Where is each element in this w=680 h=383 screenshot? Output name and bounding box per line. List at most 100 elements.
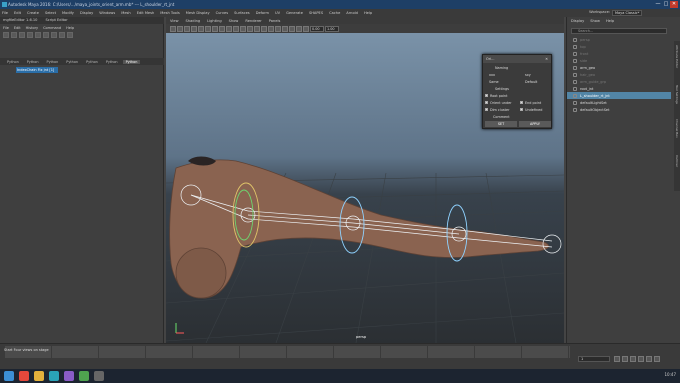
menu-edit-mesh[interactable]: Edit Mesh xyxy=(137,11,155,15)
isolate-select-icon[interactable] xyxy=(303,25,309,32)
current-frame-field[interactable]: 1 xyxy=(578,356,610,362)
vp-menu-lighting[interactable]: Lighting xyxy=(207,19,222,23)
root-point-checkbox[interactable] xyxy=(485,94,488,97)
menu-display[interactable]: Display xyxy=(80,11,93,15)
step-forward-icon[interactable] xyxy=(646,356,652,362)
script-tab[interactable]: Python xyxy=(4,60,22,64)
clear-history-icon[interactable] xyxy=(35,32,41,38)
menu-curves[interactable]: Curves xyxy=(216,11,228,15)
set-button[interactable]: SET xyxy=(485,121,517,127)
outliner-item[interactable]: root_jnt xyxy=(573,85,669,92)
menu-generate[interactable]: Generate xyxy=(286,11,303,15)
menu-help[interactable]: Help xyxy=(364,11,372,15)
menu-mesh-display[interactable]: Mesh Display xyxy=(186,11,210,15)
smooth-shade-icon[interactable] xyxy=(254,25,260,32)
vp-menu-panels[interactable]: Panels xyxy=(269,19,281,23)
explorer-icon[interactable] xyxy=(34,371,44,381)
maya-taskbar-icon[interactable] xyxy=(49,371,59,381)
gate-mask-icon[interactable] xyxy=(219,25,225,32)
source-script-icon[interactable] xyxy=(11,32,17,38)
se-menu-file[interactable]: File xyxy=(3,26,9,30)
menu-arnold[interactable]: Arnold xyxy=(346,11,358,15)
dim-cluster-checkbox[interactable] xyxy=(485,108,488,111)
script-tab-active[interactable]: Python xyxy=(122,59,141,64)
maximize-button[interactable]: □ xyxy=(662,1,670,8)
dialog-field-xxx[interactable]: xxx xyxy=(489,73,495,77)
chrome-icon[interactable] xyxy=(19,371,29,381)
grid-icon[interactable] xyxy=(198,25,204,32)
app6-icon[interactable] xyxy=(94,371,104,381)
orient-under-checkbox[interactable] xyxy=(485,101,488,104)
menu-uv[interactable]: UV xyxy=(275,11,280,15)
lights-icon[interactable] xyxy=(275,25,281,32)
close-button[interactable]: ✕ xyxy=(670,1,678,8)
execute-icon[interactable] xyxy=(67,32,73,38)
outliner-item[interactable]: side xyxy=(573,57,669,64)
script-tab[interactable]: Python xyxy=(83,60,101,64)
field-chart-icon[interactable] xyxy=(226,25,232,32)
camera-icon[interactable] xyxy=(170,25,176,32)
wireframe-on-shaded-icon[interactable] xyxy=(261,25,267,32)
image-plane-icon[interactable] xyxy=(191,25,197,32)
outliner-search-input[interactable]: Search... xyxy=(571,28,667,34)
outliner-item[interactable]: defaultLightSet xyxy=(573,99,669,106)
side-tab-channel-box[interactable]: Channel Box xyxy=(675,119,679,138)
camera-attrs-icon[interactable] xyxy=(177,25,183,32)
xray-icon[interactable] xyxy=(289,25,295,32)
script-tab[interactable]: Python xyxy=(44,60,62,64)
side-tab-outliner[interactable]: Outliner xyxy=(675,155,679,167)
shadows-icon[interactable] xyxy=(282,25,288,32)
outliner-menu-show[interactable]: Show xyxy=(590,19,600,23)
play-forward-icon[interactable] xyxy=(638,356,644,362)
dialog-field-default[interactable]: Default xyxy=(525,80,537,84)
wireframe-icon[interactable] xyxy=(247,25,253,32)
dialog-field-sxy[interactable]: sxy xyxy=(525,73,531,77)
se-menu-edit[interactable]: Edit xyxy=(14,26,21,30)
script-tab[interactable]: Python xyxy=(24,60,42,64)
end-point-checkbox[interactable] xyxy=(520,101,523,104)
menu-cache[interactable]: Cache xyxy=(329,11,340,15)
menu-windows[interactable]: Windows xyxy=(99,11,115,15)
menu-edit[interactable]: Edit xyxy=(14,11,21,15)
outliner-item[interactable]: front xyxy=(573,50,669,57)
clear-input-icon[interactable] xyxy=(43,32,49,38)
step-back-icon[interactable] xyxy=(622,356,628,362)
go-to-end-icon[interactable] xyxy=(654,356,660,362)
go-to-start-icon[interactable] xyxy=(614,356,620,362)
menu-select[interactable]: Select xyxy=(45,11,56,15)
film-gate-icon[interactable] xyxy=(205,25,211,32)
vp-menu-show[interactable]: Show xyxy=(229,19,239,23)
outliner-item[interactable]: persp xyxy=(573,36,669,43)
app4-icon[interactable] xyxy=(64,371,74,381)
open-script-icon[interactable] xyxy=(3,32,9,38)
outliner-item[interactable]: hair_geo xyxy=(573,71,669,78)
side-tab-tool-settings[interactable]: Tool Settings xyxy=(675,85,679,104)
dialog-field-same[interactable]: Same xyxy=(489,80,499,84)
resolution-gate-icon[interactable] xyxy=(212,25,218,32)
outliner-menu-help[interactable]: Help xyxy=(606,19,614,23)
outliner-item[interactable]: arm_geo xyxy=(573,64,669,71)
gamma-field[interactable]: 1.00 xyxy=(325,25,339,32)
menu-create[interactable]: Create xyxy=(27,11,39,15)
script-tab[interactable]: Python xyxy=(63,60,81,64)
menu-surfaces[interactable]: Surfaces xyxy=(234,11,250,15)
apply-button[interactable]: APPLY xyxy=(519,121,551,127)
se-menu-command[interactable]: Command xyxy=(43,26,61,30)
textured-icon[interactable] xyxy=(268,25,274,32)
bookmark-icon[interactable] xyxy=(184,25,190,32)
xray-joints-icon[interactable] xyxy=(296,25,302,32)
outliner-menu-display[interactable]: Display xyxy=(571,19,584,23)
safe-title-icon[interactable] xyxy=(240,25,246,32)
windows-start-icon[interactable] xyxy=(4,371,14,381)
vp-menu-renderer[interactable]: Renderer xyxy=(245,19,261,23)
dialog-close-icon[interactable]: ✕ xyxy=(545,57,548,61)
menu-shapes[interactable]: SHAPES xyxy=(309,11,323,15)
vp-menu-shading[interactable]: Shading xyxy=(186,19,201,23)
menu-file[interactable]: File xyxy=(2,11,8,15)
script-code-line[interactable]: IndexChain Fix jnt [1] xyxy=(16,67,58,73)
workspace-dropdown[interactable]: Maya Classic* xyxy=(612,10,642,16)
minimize-button[interactable]: — xyxy=(654,1,662,8)
save-script-icon[interactable] xyxy=(19,32,25,38)
arm-mesh[interactable] xyxy=(169,159,550,299)
safe-action-icon[interactable] xyxy=(233,25,239,32)
